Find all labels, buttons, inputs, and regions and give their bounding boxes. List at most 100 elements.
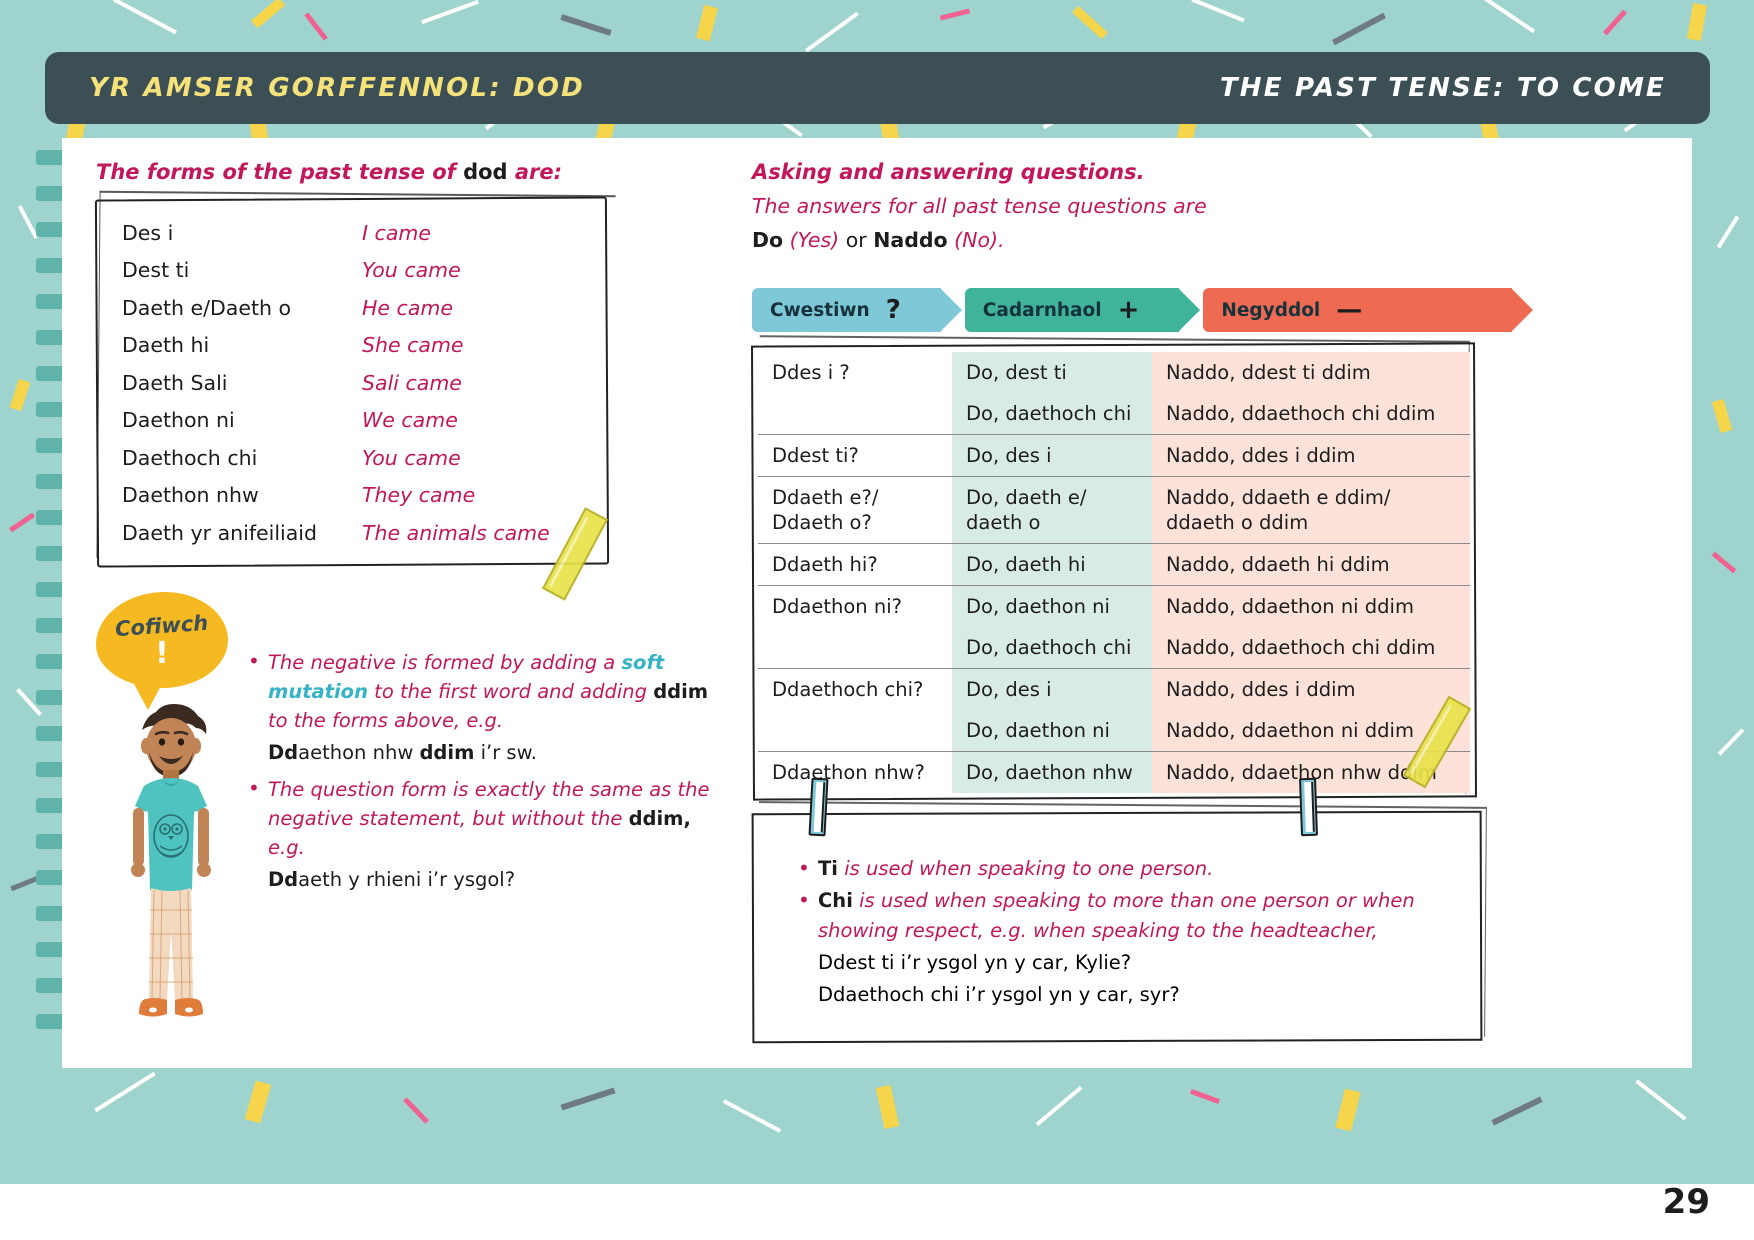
list-item: Chi is used when speaking to more than o…: [796, 885, 1456, 946]
plus-icon: +: [1117, 295, 1140, 325]
qa-question: Ddaeth hi?: [758, 543, 952, 586]
verb-welsh: Des i: [122, 220, 174, 245]
list-item-example: Ddaethon nhw ddim i’r sw.: [246, 738, 716, 767]
qa-question: Ddaethon nhw?: [758, 751, 952, 793]
qa-negative: Naddo, ddaethoch chi ddim: [1152, 627, 1470, 669]
verb-english: The animals came: [362, 520, 550, 545]
usage-notes-box: Ti is used when speaking to one person. …: [751, 777, 1487, 1044]
minus-icon: —: [1336, 295, 1363, 325]
qa-affirmative: Do, daethoch chi: [952, 627, 1152, 669]
worksheet-page: YR AMSER GORFFENNOL: DOD THE PAST TENSE:…: [0, 0, 1754, 1240]
verb-welsh: Daeth yr anifeiliaid: [122, 520, 318, 545]
left-bullet-list: The negative is formed by adding a soft …: [246, 647, 716, 897]
bullet1-example-ddim: ddim: [419, 741, 475, 764]
verb-english: I came: [362, 220, 431, 245]
header-title-english: THE PAST TENSE: TO COME: [1219, 73, 1666, 103]
qa-affirmative: Do, dest ti: [952, 352, 1152, 393]
qa-negative: Naddo, ddes i ddim: [1152, 434, 1470, 477]
bullet1-example-mutation: Dd: [268, 741, 299, 764]
list-item: Ti is used when speaking to one person.: [796, 853, 1456, 884]
bullet2-example-mutation: Dd: [268, 868, 299, 891]
table-row: Ddaeth e?/ Ddaeth o? Do, daeth e/ daeth …: [758, 476, 1470, 544]
bullet1-example-rest: aethon nhw: [298, 741, 420, 764]
character-illustration: [96, 690, 246, 1050]
verb-welsh: Daeth e/Daeth o: [122, 295, 292, 320]
bullet1-part1: The negative is formed by adding a: [268, 651, 622, 674]
qa-affirmative: Do, daethoch chi: [952, 393, 1152, 435]
table-row: Des i I came: [122, 214, 608, 252]
page-number: 29: [1662, 1182, 1710, 1222]
verb-forms-box: Des i I came Dest ti You came Daeth e/Da…: [94, 190, 616, 601]
table-row: Ddaethon ni? Do, daethon ni Naddo, ddaet…: [758, 585, 1470, 669]
bullet1-part3: to the forms above, e.g.: [268, 709, 504, 732]
note-chi-text: is used when speaking to more than one p…: [818, 889, 1415, 942]
bullet2-ddim: ddim,: [628, 807, 691, 830]
no-gloss: (No).: [947, 228, 1005, 252]
qa-question: Ddest ti?: [758, 434, 952, 477]
note-example-2: Ddaethoch chi i’r ysgol yn y car, syr?: [818, 983, 1180, 1006]
right-column: Asking and answering questions. The answ…: [752, 160, 1492, 252]
qa-affirmative: Do, daethon ni: [952, 585, 1152, 627]
page-footer: [0, 1184, 1754, 1240]
note-chi: Chi: [818, 889, 853, 912]
table-row: Daeth yr anifeiliaid The animals came: [122, 514, 608, 552]
qa-negative: Naddo, ddaethon ni ddim: [1152, 585, 1470, 627]
qa-negative: Naddo, ddes i ddim: [1152, 668, 1470, 710]
qa-affirmative: Do, des i: [952, 434, 1152, 477]
qa-affirmative: Do, des i: [952, 668, 1152, 710]
verb-welsh: Dest ti: [122, 258, 190, 283]
left-column: The forms of the past tense of dod are: …: [94, 160, 756, 601]
table-row: Daethon ni We came: [122, 402, 608, 440]
verb-english: You came: [362, 258, 461, 283]
qa-affirmative: Do, daeth hi: [952, 543, 1152, 586]
verb-welsh: Daethon nhw: [122, 483, 259, 508]
qa-affirmative: Do, daeth e/ daeth o: [952, 476, 1152, 544]
note-ti: Ti: [818, 857, 838, 880]
qa-question: Ddes i ?: [758, 352, 952, 435]
left-lead-part1: The forms of the past tense of: [96, 160, 464, 184]
verb-english: They came: [362, 483, 476, 508]
verb-welsh: Daeth Sali: [122, 370, 228, 395]
question-mark-icon: ?: [885, 295, 901, 325]
qa-negative: Naddo, ddaeth hi ddim: [1152, 543, 1470, 586]
qa-negative: Naddo, ddest ti ddim: [1152, 352, 1470, 393]
qa-negative: Naddo, ddaethoch chi ddim: [1152, 393, 1470, 435]
or-word: or: [845, 228, 874, 252]
qa-question: Ddaeth e?/ Ddaeth o?: [758, 476, 952, 544]
qa-question: Ddaethoch chi?: [758, 668, 952, 752]
clothes-peg-icon: [808, 777, 829, 837]
verb-english: We came: [362, 408, 458, 433]
bullet2-part2: e.g.: [268, 836, 305, 859]
clothes-peg-icon: [1298, 777, 1319, 837]
remember-label: Cofiwch: [114, 610, 210, 641]
banner-cwestiwn: Cwestiwn ?: [752, 288, 962, 332]
table-row: Daeth hi She came: [122, 327, 608, 365]
banner-cadarnhaol-label: Cadarnhaol: [982, 299, 1102, 321]
left-lead-text: The forms of the past tense of dod are:: [96, 160, 756, 184]
category-banners: Cwestiwn ? Cadarnhaol + Negyddol —: [752, 288, 1534, 332]
table-row: Ddes i ? Do, dest ti Naddo, ddest ti ddi…: [758, 352, 1470, 435]
qa-question: Ddaethon ni?: [758, 585, 952, 669]
verb-english: You came: [362, 445, 461, 470]
bullet1-example-end: i’r sw.: [474, 741, 537, 764]
list-item: The negative is formed by adding a soft …: [246, 647, 716, 735]
usage-notes-list: Ti is used when speaking to one person. …: [796, 853, 1456, 1010]
banner-cadarnhaol: Cadarnhaol +: [964, 288, 1200, 332]
right-lead-2: The answers for all past tense questions…: [752, 194, 1207, 218]
table-row: Daeth Sali Sali came: [122, 364, 608, 402]
right-lead-1: Asking and answering questions.: [752, 160, 1145, 184]
list-item: The question form is exactly the same as…: [246, 774, 716, 862]
qa-affirmative: Do, daethon nhw: [952, 751, 1152, 793]
character-svg: [131, 704, 211, 1017]
banner-negyddol-label: Negyddol: [1221, 299, 1321, 321]
note-ti-text: is used when speaking to one person.: [838, 857, 1214, 880]
table-row: Daethoch chi You came: [122, 439, 608, 477]
banner-cwestiwn-label: Cwestiwn: [770, 299, 870, 321]
verb-english: He came: [362, 295, 453, 320]
table-row: Daethon nhw They came: [122, 477, 608, 515]
exclamation-icon: !: [155, 635, 169, 671]
banner-negyddol: Negyddol —: [1203, 288, 1534, 332]
bullet2-example-rest: aeth y rhieni i’r ysgol?: [298, 868, 516, 891]
question-answer-table: Ddes i ? Do, dest ti Naddo, ddest ti ddi…: [758, 352, 1470, 793]
page-header: YR AMSER GORFFENNOL: DOD THE PAST TENSE:…: [45, 52, 1710, 124]
